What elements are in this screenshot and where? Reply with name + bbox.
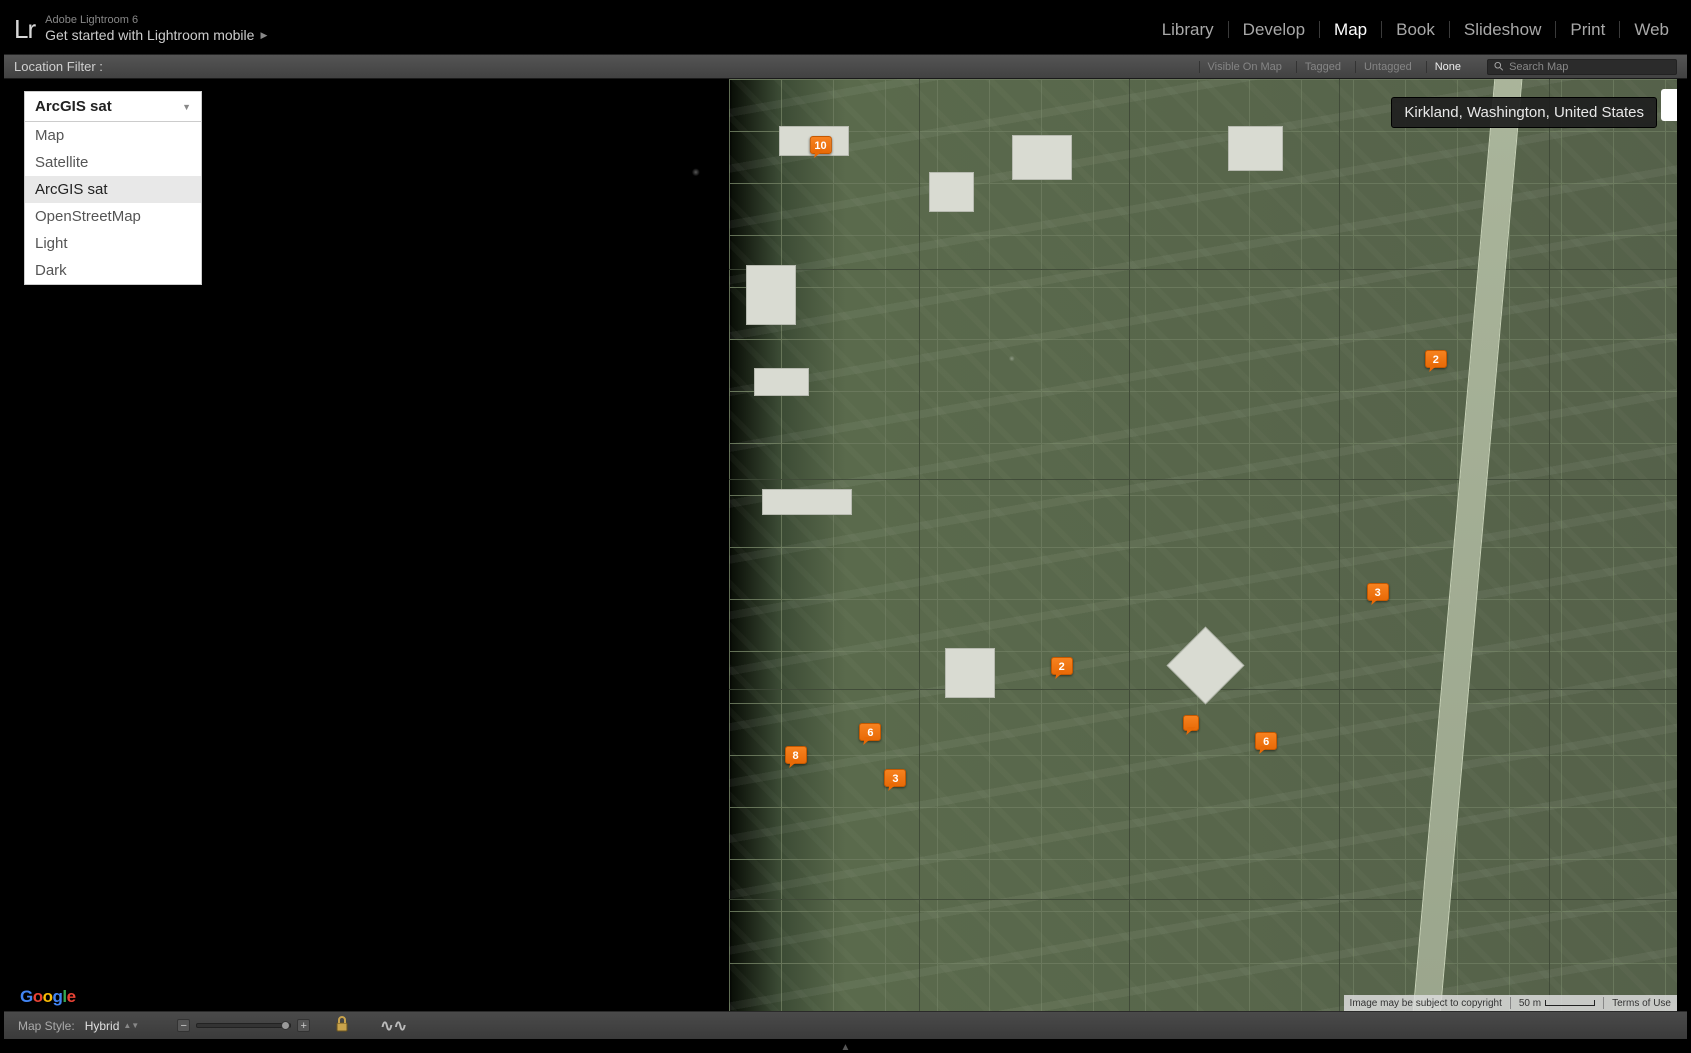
g: o xyxy=(33,987,43,1006)
divider xyxy=(1603,997,1604,1009)
location-filter-bar: Location Filter : Visible On Map Tagged … xyxy=(4,54,1687,79)
expand-bottom-icon[interactable]: ▲ xyxy=(841,1042,851,1053)
scale-text: 50 m xyxy=(1519,998,1541,1009)
copyright-text: Image may be subject to copyright xyxy=(1350,998,1502,1009)
map-type-option-satellite[interactable]: Satellite xyxy=(25,149,201,176)
photo-marker[interactable]: 3 xyxy=(884,769,906,787)
photo-marker[interactable]: 8 xyxy=(785,746,807,764)
nav-web[interactable]: Web xyxy=(1620,21,1669,38)
nav-slideshow[interactable]: Slideshow xyxy=(1450,21,1557,38)
nav-develop[interactable]: Develop xyxy=(1229,21,1320,38)
building xyxy=(929,172,974,212)
marker-count: 10 xyxy=(809,136,831,154)
search-map-input[interactable] xyxy=(1509,61,1670,73)
get-started-link[interactable]: Get started with Lightroom mobile ▶ xyxy=(45,27,267,44)
marker-count: 6 xyxy=(859,723,881,741)
location-label: Kirkland, Washington, United States xyxy=(1391,97,1657,128)
nav-library[interactable]: Library xyxy=(1148,21,1229,38)
nav-print[interactable]: Print xyxy=(1556,21,1620,38)
gps-track-button[interactable]: ∿∿ xyxy=(380,1016,407,1036)
filter-visible-on-map[interactable]: Visible On Map xyxy=(1199,61,1290,73)
map-style-select[interactable]: Hybrid ▲▼ xyxy=(85,1019,140,1033)
nav-map[interactable]: Map xyxy=(1320,21,1382,38)
lock-button[interactable] xyxy=(334,1015,350,1036)
zoom-in-button[interactable]: + xyxy=(297,1019,310,1032)
g: o xyxy=(43,987,53,1006)
photo-marker[interactable]: 2 xyxy=(1425,350,1447,368)
photo-marker[interactable]: 6 xyxy=(1255,732,1277,750)
building xyxy=(754,368,809,396)
app-name-label: Adobe Lightroom 6 xyxy=(45,14,267,27)
marker-count: 2 xyxy=(1425,350,1447,368)
g: g xyxy=(53,987,63,1006)
get-started-text: Get started with Lightroom mobile xyxy=(45,27,254,44)
marker-count xyxy=(1183,715,1199,731)
zoom-out-button[interactable]: − xyxy=(177,1019,190,1032)
photo-marker[interactable]: 2 xyxy=(1051,657,1073,675)
google-logo: Google xyxy=(20,987,76,1007)
header-left: Lr Adobe Lightroom 6 Get started with Li… xyxy=(14,14,267,45)
nav-book[interactable]: Book xyxy=(1382,21,1450,38)
search-icon xyxy=(1494,61,1504,72)
building xyxy=(762,489,852,515)
filter-tagged[interactable]: Tagged xyxy=(1296,61,1349,73)
map-attribution: Image may be subject to copyright 50 m T… xyxy=(1344,995,1677,1011)
map-type-option-light[interactable]: Light xyxy=(25,230,201,257)
map-toolbar: ▲ Map Style: Hybrid ▲▼ − + ∿∿ xyxy=(4,1011,1687,1039)
terms-link[interactable]: Terms of Use xyxy=(1612,998,1671,1009)
map-type-selected-text: ArcGIS sat xyxy=(35,98,112,115)
map-type-option-arcgis[interactable]: ArcGIS sat xyxy=(25,176,201,203)
zoom-track[interactable] xyxy=(196,1023,291,1028)
map-type-selected[interactable]: ArcGIS sat ▼ xyxy=(24,91,202,122)
map-style-label: Map Style: xyxy=(18,1019,75,1033)
marker-count: 6 xyxy=(1255,732,1277,750)
play-icon: ▶ xyxy=(260,30,267,41)
photo-marker[interactable] xyxy=(1183,715,1199,731)
building xyxy=(1012,135,1072,180)
photo-marker[interactable]: 6 xyxy=(859,723,881,741)
g: G xyxy=(20,987,33,1006)
expand-left-icon[interactable]: ▶ xyxy=(6,540,14,551)
map-type-option-osm[interactable]: OpenStreetMap xyxy=(25,203,201,230)
header-info: Adobe Lightroom 6 Get started with Light… xyxy=(45,14,267,44)
map-style-value: Hybrid xyxy=(85,1019,120,1033)
g: e xyxy=(67,987,76,1006)
building xyxy=(945,648,995,698)
map-viewport[interactable]: ▼ ▶ ◀ ArcGIS sat ▼ Map Satellite ArcGIS … xyxy=(4,79,1687,1011)
collapse-button[interactable] xyxy=(1661,89,1679,121)
marker-count: 8 xyxy=(785,746,807,764)
chevron-down-icon: ▼ xyxy=(182,102,191,112)
module-nav: Library Develop Map Book Slideshow Print… xyxy=(1148,21,1669,38)
zoom-slider: − + xyxy=(177,1019,310,1032)
map-type-option-dark[interactable]: Dark xyxy=(25,257,201,284)
marker-count: 3 xyxy=(884,769,906,787)
updown-icon: ▲▼ xyxy=(123,1021,139,1030)
expand-right-icon[interactable]: ◀ xyxy=(1677,540,1685,551)
app-header: Lr Adobe Lightroom 6 Get started with Li… xyxy=(4,4,1687,54)
filter-untagged[interactable]: Untagged xyxy=(1355,61,1420,73)
divider xyxy=(1510,997,1511,1009)
scale-bar: 50 m xyxy=(1519,998,1595,1009)
lr-logo: Lr xyxy=(14,14,35,45)
scale-line-icon xyxy=(1545,1000,1595,1006)
map-type-dropdown[interactable]: ArcGIS sat ▼ Map Satellite ArcGIS sat Op… xyxy=(24,91,202,285)
zoom-thumb[interactable] xyxy=(281,1021,290,1030)
lock-icon xyxy=(334,1015,350,1033)
marker-count: 2 xyxy=(1051,657,1073,675)
filter-none[interactable]: None xyxy=(1426,61,1469,73)
search-map-wrap[interactable] xyxy=(1487,59,1677,75)
photo-marker[interactable]: 10 xyxy=(809,136,831,154)
location-filter-label: Location Filter : xyxy=(14,59,103,74)
map-type-options: Map Satellite ArcGIS sat OpenStreetMap L… xyxy=(24,122,202,285)
marker-count: 3 xyxy=(1367,583,1389,601)
map-type-option-map[interactable]: Map xyxy=(25,122,201,149)
building xyxy=(1228,126,1283,171)
photo-marker[interactable]: 3 xyxy=(1367,583,1389,601)
building xyxy=(746,265,796,325)
city-grid-overlay xyxy=(729,79,1677,1011)
